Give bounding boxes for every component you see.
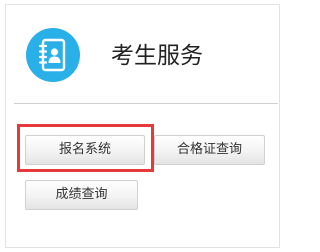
page-title: 考生服务: [111, 43, 203, 69]
panel-header: 考生服务: [6, 5, 279, 103]
header-divider: [14, 103, 278, 104]
registration-system-button[interactable]: 报名系统: [25, 135, 145, 165]
certificate-query-button[interactable]: 合格证查询: [154, 135, 265, 165]
contact-book-icon: [26, 28, 80, 82]
candidate-services-panel: 考生服务 报名系统 合格证查询 成绩查询: [5, 4, 280, 248]
score-query-button[interactable]: 成绩查询: [25, 180, 138, 210]
